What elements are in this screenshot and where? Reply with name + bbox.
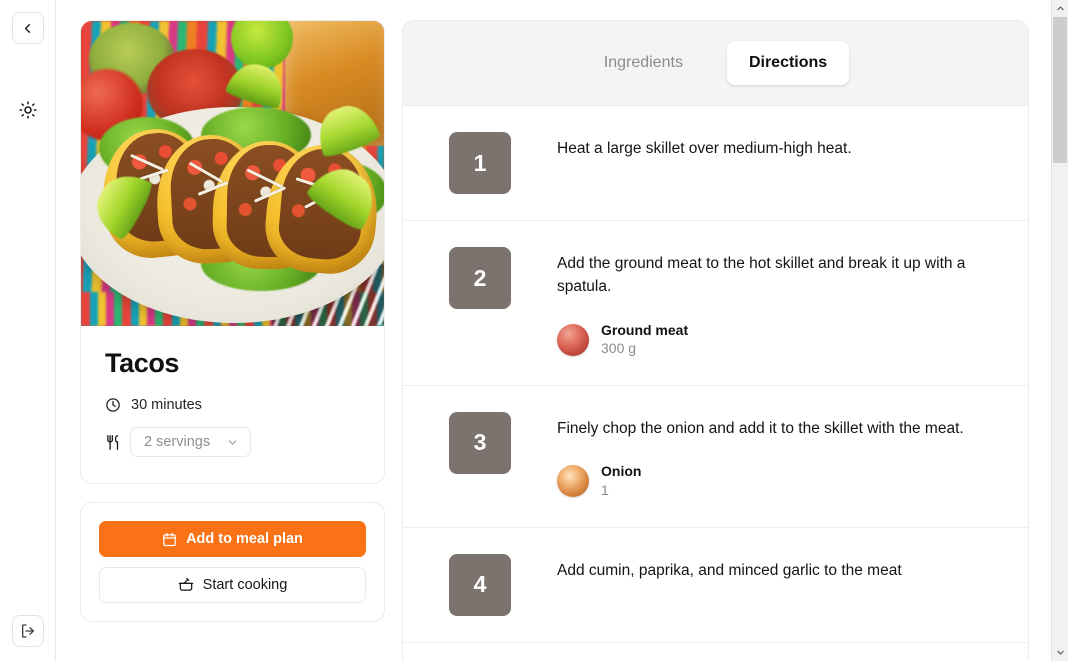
ingredient-thumbnail	[557, 323, 589, 356]
recipe-actions-card: Add to meal plan Start cooking	[80, 502, 385, 622]
recipe-app: Tacos 30 minutes 2 servings Add to meal …	[0, 0, 1068, 661]
ingredient-quantity: 300 g	[601, 340, 637, 357]
chevron-left-icon	[20, 21, 35, 36]
directions-list: 1 Heat a large skillet over medium-high …	[403, 106, 1028, 643]
ingredient-info: Ground meat 300 g	[601, 321, 688, 359]
add-to-meal-plan-button[interactable]: Add to meal plan	[99, 521, 366, 557]
ingredient-quantity: 1	[601, 482, 609, 499]
scrollbar-thumb[interactable]	[1053, 17, 1067, 163]
step-text: Add the ground meat to the hot skillet a…	[557, 255, 966, 296]
servings-select[interactable]: 2 servings	[130, 427, 252, 457]
chevron-down-icon	[1056, 648, 1065, 657]
icon-rail	[0, 0, 56, 661]
step-number-badge: 4	[449, 553, 511, 616]
tab-ingredients[interactable]: Ingredients	[582, 41, 705, 85]
back-button[interactable]	[11, 12, 44, 44]
step-ingredient[interactable]: Ground meat 300 g	[557, 321, 998, 359]
logout-icon	[20, 623, 36, 639]
direction-step: 1 Heat a large skillet over medium-high …	[403, 106, 1028, 221]
tab-bar: Ingredients Directions	[403, 21, 1028, 106]
ingredient-info: Onion 1	[601, 462, 641, 500]
ingredient-thumbnail	[557, 465, 589, 498]
step-text: Add cumin, paprika, and minced garlic to…	[557, 561, 902, 579]
servings-row: 2 servings	[105, 427, 360, 457]
cook-time-row: 30 minutes	[105, 397, 360, 413]
page-scrollbar[interactable]	[1051, 0, 1068, 661]
recipe-hero-image	[81, 21, 384, 326]
step-content: Add cumin, paprika, and minced garlic to…	[557, 554, 998, 616]
add-to-meal-plan-label: Add to meal plan	[186, 531, 303, 547]
direction-step: 4 Add cumin, paprika, and minced garlic …	[403, 528, 1028, 643]
chevron-up-icon	[1056, 4, 1065, 13]
recipe-sidebar: Tacos 30 minutes 2 servings Add to meal …	[56, 0, 402, 661]
calendar-icon	[162, 532, 177, 547]
start-cooking-label: Start cooking	[202, 577, 288, 593]
direction-step: 3 Finely chop the onion and add it to th…	[403, 386, 1028, 528]
directions-column: Ingredients Directions 1 Heat a large sk…	[402, 0, 1068, 661]
theme-toggle-button[interactable]	[12, 94, 44, 126]
step-number-badge: 1	[449, 132, 511, 194]
ingredient-name: Ground meat	[601, 321, 689, 338]
logout-button[interactable]	[11, 615, 44, 647]
step-number-badge: 3	[449, 411, 511, 474]
scroll-up-button[interactable]	[1052, 0, 1068, 17]
chevron-down-icon	[226, 436, 239, 449]
scroll-down-button[interactable]	[1052, 644, 1068, 661]
ingredient-name: Onion	[601, 463, 642, 480]
clock-icon	[105, 397, 121, 413]
direction-step: 2 Add the ground meat to the hot skillet…	[403, 221, 1028, 386]
step-text: Finely chop the onion and add it to the …	[557, 419, 964, 437]
step-content: Heat a large skillet over medium-high he…	[557, 132, 998, 194]
step-content: Add the ground meat to the hot skillet a…	[557, 247, 998, 359]
step-content: Finely chop the onion and add it to the …	[557, 412, 998, 501]
step-text: Heat a large skillet over medium-high he…	[557, 140, 852, 157]
servings-value: 2 servings	[144, 434, 211, 450]
sun-icon	[18, 101, 37, 119]
cook-time-value: 30 minutes	[131, 397, 202, 413]
recipe-detail-panel: Ingredients Directions 1 Heat a large sk…	[402, 20, 1029, 661]
start-cooking-button[interactable]: Start cooking	[99, 567, 366, 603]
utensils-icon	[105, 434, 122, 451]
step-number-badge: 2	[449, 247, 511, 309]
scrollbar-track[interactable]	[1052, 17, 1068, 644]
recipe-info: Tacos 30 minutes 2 servings	[81, 326, 384, 483]
page-title: Tacos	[105, 348, 180, 378]
cooking-pot-icon	[178, 577, 194, 593]
step-ingredient[interactable]: Onion 1	[557, 462, 998, 500]
recipe-card: Tacos 30 minutes 2 servings	[80, 20, 385, 484]
tab-directions[interactable]: Directions	[726, 41, 850, 85]
